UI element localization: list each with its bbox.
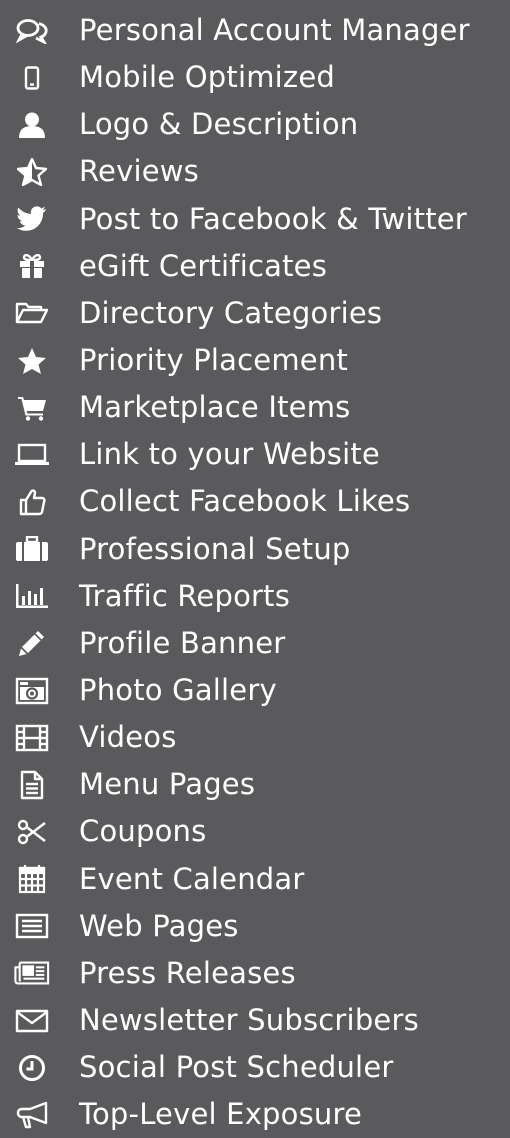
feature-label: Photo Gallery bbox=[79, 673, 277, 708]
user-icon bbox=[14, 110, 50, 140]
feature-item-top-level-exposure: Top-Level Exposure bbox=[0, 1091, 510, 1138]
newspaper-icon bbox=[14, 958, 50, 988]
feature-label: Web Pages bbox=[79, 908, 239, 943]
list-window-icon bbox=[14, 911, 50, 941]
feature-item-profile-banner: Profile Banner bbox=[0, 620, 510, 667]
feature-label: Event Calendar bbox=[79, 861, 305, 896]
megaphone-icon bbox=[14, 1100, 50, 1130]
clock-icon bbox=[14, 1053, 50, 1083]
feature-label: Videos bbox=[79, 720, 177, 755]
laptop-icon bbox=[14, 440, 50, 470]
feature-item-menu-pages: Menu Pages bbox=[0, 761, 510, 808]
film-icon bbox=[14, 723, 50, 753]
feature-label: Newsletter Subscribers bbox=[79, 1003, 419, 1038]
feature-label: Menu Pages bbox=[79, 767, 256, 802]
feature-label: Social Post Scheduler bbox=[79, 1050, 394, 1085]
folder-open-icon bbox=[14, 298, 50, 328]
feature-label: Directory Categories bbox=[79, 295, 383, 330]
feature-item-post-social: Post to Facebook & Twitter bbox=[0, 196, 510, 243]
feature-item-event-calendar: Event Calendar bbox=[0, 856, 510, 903]
feature-label: Collect Facebook Likes bbox=[79, 484, 411, 519]
feature-label: Profile Banner bbox=[79, 625, 286, 660]
feature-label: Top-Level Exposure bbox=[79, 1097, 363, 1132]
feature-label: Reviews bbox=[79, 154, 199, 189]
feature-item-newsletter-subscribers: Newsletter Subscribers bbox=[0, 997, 510, 1044]
feature-list: Personal Account Manager Mobile Optimize… bbox=[0, 0, 510, 1138]
star-icon bbox=[14, 346, 50, 376]
feature-item-press-releases: Press Releases bbox=[0, 950, 510, 997]
thumbs-up-icon bbox=[14, 487, 50, 517]
feature-item-web-pages: Web Pages bbox=[0, 903, 510, 950]
scissors-icon bbox=[14, 817, 50, 847]
mobile-phone-icon bbox=[14, 63, 50, 93]
feature-label: Marketplace Items bbox=[79, 390, 351, 425]
envelope-icon bbox=[14, 1006, 50, 1036]
feature-label: Press Releases bbox=[79, 955, 296, 990]
feature-item-photo-gallery: Photo Gallery bbox=[0, 667, 510, 714]
feature-label: eGift Certificates bbox=[79, 248, 328, 283]
feature-item-mobile-optimized: Mobile Optimized bbox=[0, 54, 510, 101]
feature-item-personal-account-manager: Personal Account Manager bbox=[0, 7, 510, 54]
feature-label: Professional Setup bbox=[79, 531, 351, 566]
star-half-icon bbox=[14, 157, 50, 187]
bar-chart-icon bbox=[14, 581, 50, 611]
twitter-bird-icon bbox=[14, 204, 50, 234]
feature-item-facebook-likes: Collect Facebook Likes bbox=[0, 478, 510, 525]
shopping-cart-icon bbox=[14, 393, 50, 423]
feature-item-professional-setup: Professional Setup bbox=[0, 526, 510, 573]
camera-icon bbox=[14, 676, 50, 706]
feature-item-link-website: Link to your Website bbox=[0, 431, 510, 478]
feature-label: Coupons bbox=[79, 814, 207, 849]
feature-label: Logo & Description bbox=[79, 107, 359, 142]
feature-item-marketplace-items: Marketplace Items bbox=[0, 384, 510, 431]
feature-label: Mobile Optimized bbox=[79, 60, 335, 95]
feature-item-egift: eGift Certificates bbox=[0, 243, 510, 290]
feature-item-directory-categories: Directory Categories bbox=[0, 290, 510, 337]
feature-item-traffic-reports: Traffic Reports bbox=[0, 573, 510, 620]
feature-item-coupons: Coupons bbox=[0, 808, 510, 855]
feature-label: Priority Placement bbox=[79, 343, 348, 378]
feature-item-videos: Videos bbox=[0, 714, 510, 761]
calendar-icon bbox=[14, 864, 50, 894]
feature-label: Post to Facebook & Twitter bbox=[79, 201, 467, 236]
chat-bubbles-icon bbox=[14, 16, 50, 46]
feature-item-social-post-scheduler: Social Post Scheduler bbox=[0, 1044, 510, 1091]
briefcase-icon bbox=[14, 534, 50, 564]
gift-icon bbox=[14, 251, 50, 281]
feature-item-priority-placement: Priority Placement bbox=[0, 337, 510, 384]
pencil-icon bbox=[14, 628, 50, 658]
feature-item-reviews: Reviews bbox=[0, 148, 510, 195]
document-icon bbox=[14, 770, 50, 800]
feature-label: Traffic Reports bbox=[79, 578, 291, 613]
feature-label: Personal Account Manager bbox=[79, 13, 470, 48]
feature-item-logo-description: Logo & Description bbox=[0, 101, 510, 148]
feature-label: Link to your Website bbox=[79, 437, 380, 472]
